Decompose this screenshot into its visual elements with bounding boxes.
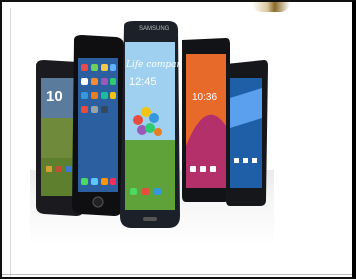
xperia-clock: 10:36	[192, 92, 218, 103]
main-clock: 12:45	[129, 76, 157, 88]
htc-clock: 10	[46, 88, 63, 105]
divider-vertical	[10, 8, 11, 277]
brand-text: SAMSUNG	[139, 26, 170, 32]
image-frame: 10 SAMSUNG Life companion 12:45 10:36	[0, 0, 356, 279]
divider-horizontal	[2, 274, 352, 275]
android-phone	[226, 60, 268, 206]
galaxy-s4	[120, 21, 180, 228]
top-decoration	[252, 2, 290, 12]
